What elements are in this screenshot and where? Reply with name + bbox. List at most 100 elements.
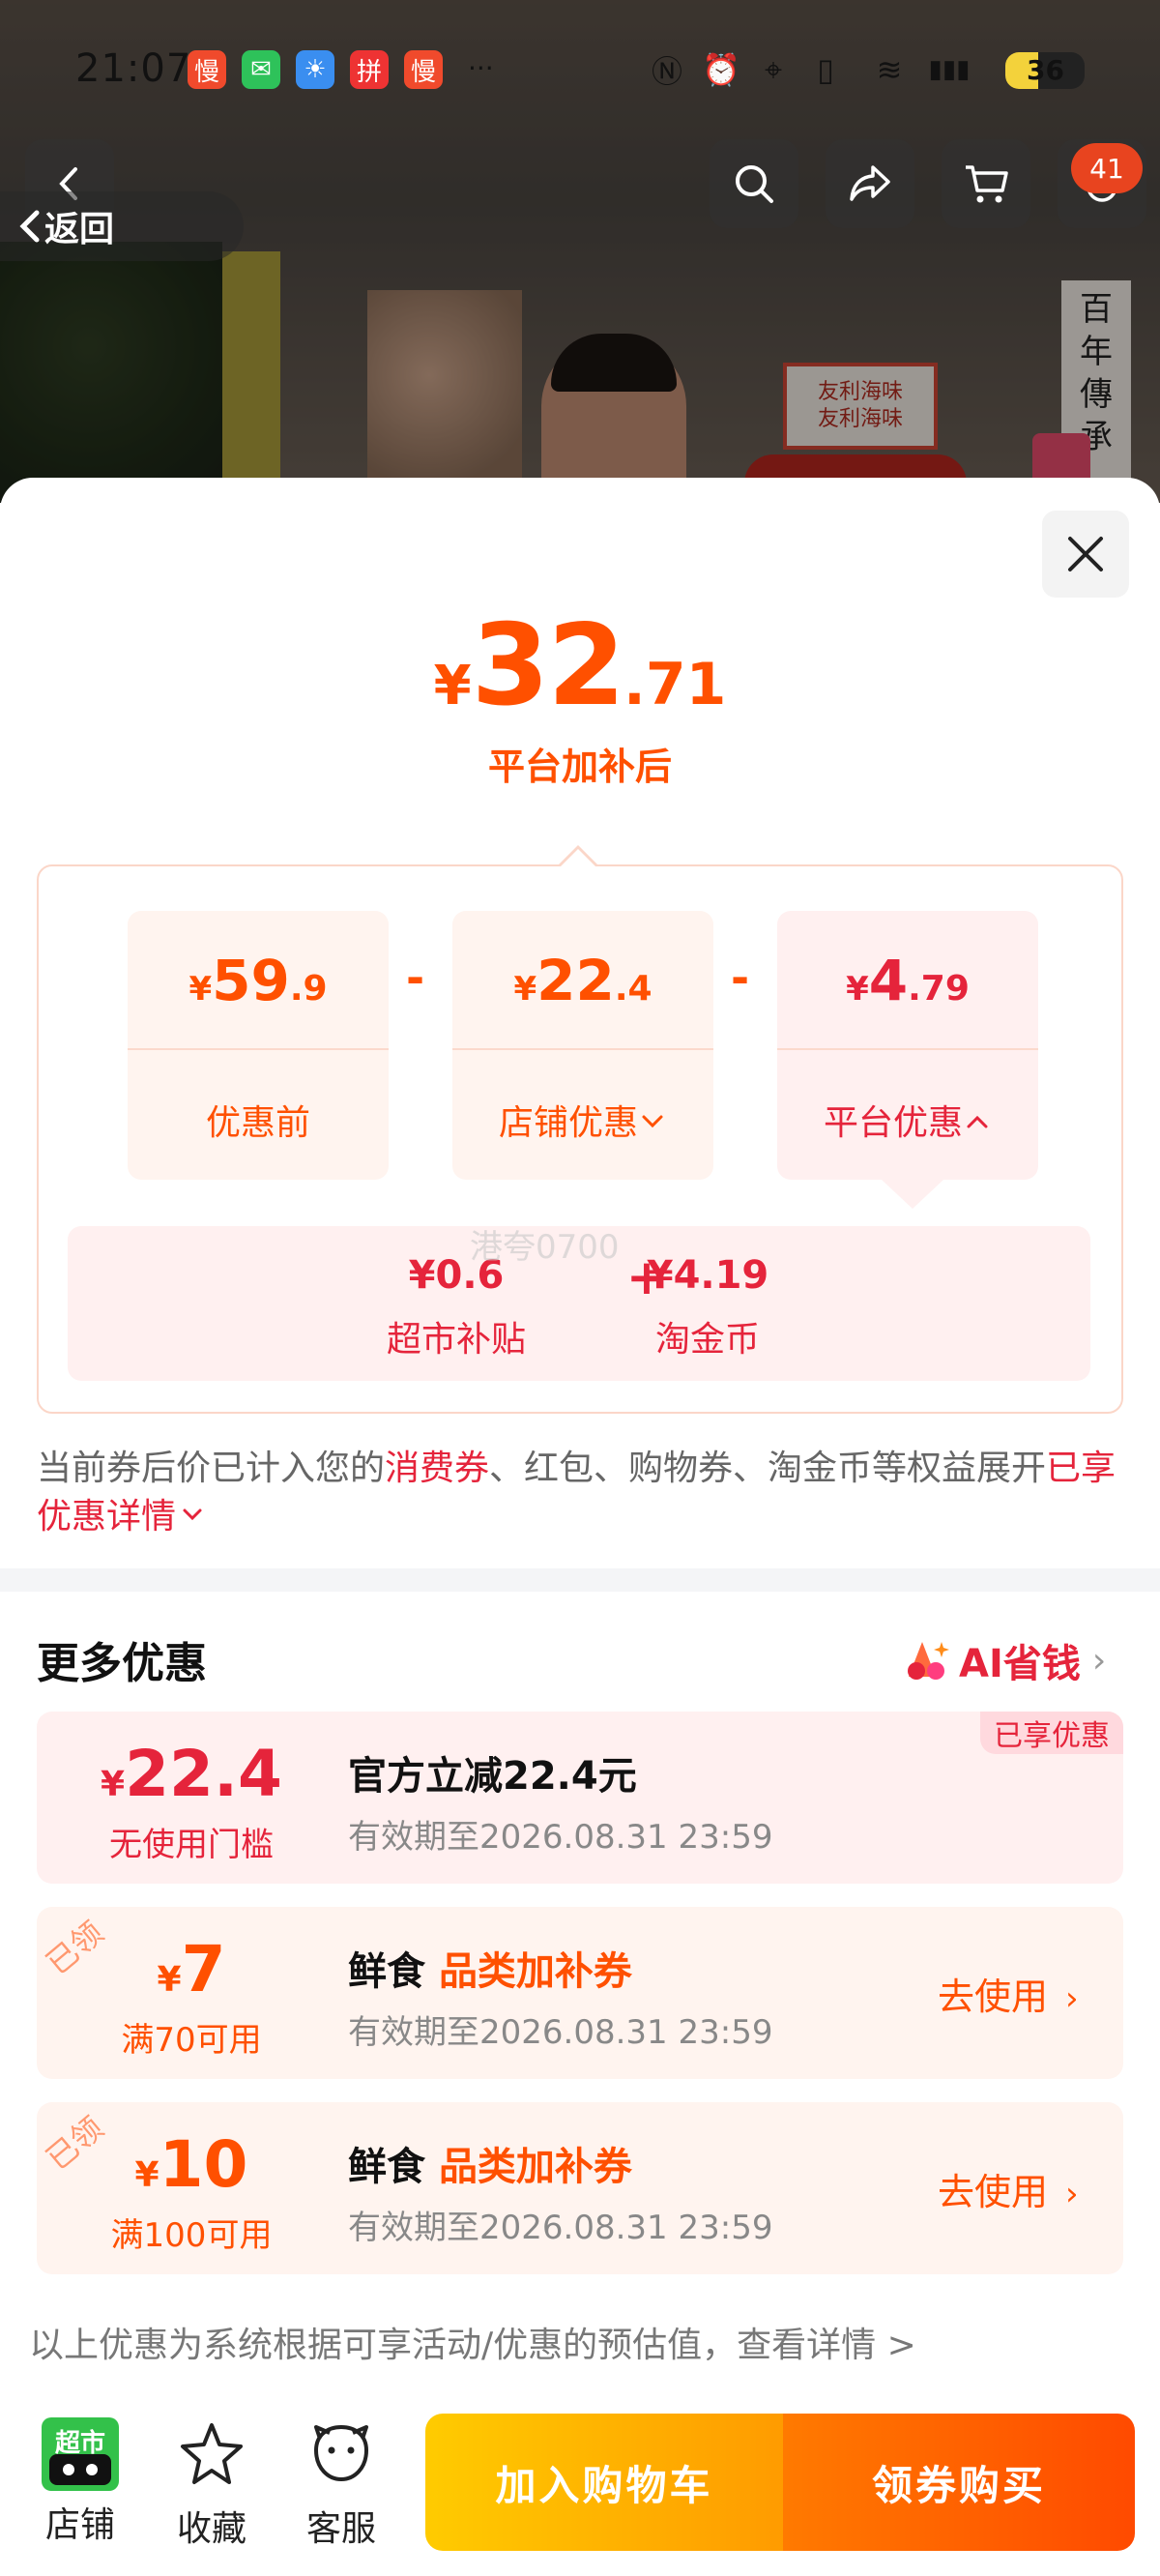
store-discount-label: 店铺优惠 <box>452 1095 713 1145</box>
note-text-2: 、红包、购物券、淘金币等权益展开 <box>489 1449 1047 1488</box>
platform-symbol: ¥ <box>846 970 869 1009</box>
star-icon <box>181 2423 243 2484</box>
coupon-title: 鲜食 品类加补券 <box>348 1940 632 1996</box>
use-coupon-button[interactable]: 去使用 › <box>938 1967 1079 2020</box>
use-coupon-label: 去使用 <box>938 1976 1049 2018</box>
supermarket-subsidy-label: 超市补贴 <box>387 1320 527 1360</box>
watermark: 港夸0700 <box>470 1228 620 1267</box>
add-to-cart-button[interactable]: 加入购物车 <box>425 2414 783 2551</box>
coupon-condition: 满70可用 <box>121 2021 262 2060</box>
tmall-supermarket-logo: 超市 <box>42 2417 119 2491</box>
coupon-tag: 品类加补券 <box>438 1949 632 1994</box>
coupon-symbol: ¥ <box>157 1960 182 2000</box>
platform-label-text: 平台优惠 <box>823 1103 963 1143</box>
wifi-icon: ≋ <box>876 51 903 88</box>
signal-5g-icon: ▮▮▮ <box>928 55 971 84</box>
ai-sparkle-icon <box>908 1642 949 1680</box>
price-integer: 32 <box>471 600 625 731</box>
weather-icon: ☀ <box>296 50 334 89</box>
vibrate-icon: ▯ <box>817 51 834 88</box>
alarm-icon: ⏰ <box>702 51 740 88</box>
coupon-expiry: 有效期至2026.08.31 23:59 <box>348 1818 773 1857</box>
chevron-down-icon <box>642 1115 663 1128</box>
store-decimal: .4 <box>614 969 652 1009</box>
battery-level: 36 <box>1027 54 1064 86</box>
battery-icon: 36 <box>1005 52 1085 89</box>
share-button[interactable] <box>826 139 914 228</box>
coupon-symbol: ¥ <box>101 1765 126 1804</box>
consumption-coupon-link[interactable]: 消费券 <box>385 1449 489 1488</box>
return-pill-button[interactable]: 返回 <box>0 191 244 261</box>
chevron-right-icon: › <box>1065 1979 1079 2018</box>
more-notifications: ··· <box>468 52 494 84</box>
pdd-app-icon: 拼 <box>350 50 389 89</box>
coupon-fresh-food-7[interactable]: 已领 ¥7 满70可用 鲜食 品类加补券 有效期至2026.08.31 23:5… <box>37 1907 1123 2079</box>
use-coupon-label: 去使用 <box>938 2171 1049 2213</box>
breakdown-pointer-inner <box>560 849 596 867</box>
close-button[interactable] <box>1042 511 1129 598</box>
price-decimal: .71 <box>624 651 727 718</box>
platform-decimal: .79 <box>908 969 970 1009</box>
store-symbol: ¥ <box>513 970 537 1009</box>
coupon-condition: 无使用门槛 <box>109 1826 274 1864</box>
taojinbi-label: 淘金币 <box>654 1320 760 1360</box>
search-icon <box>736 165 773 203</box>
status-time: 21:07 <box>75 46 192 91</box>
service-face-icon <box>313 2424 369 2482</box>
platform-discount-card[interactable]: ¥4.79 平台优惠 <box>777 911 1038 1180</box>
coupon-official-discount: ¥22.4 无使用门槛 官方立减22.4元 有效期至2026.08.31 23:… <box>37 1712 1123 1884</box>
claim-and-buy-button[interactable]: 领券购买 <box>783 2414 1135 2551</box>
store-label: 店铺 <box>44 2505 115 2545</box>
favorite-tab[interactable]: 收藏 <box>159 2417 265 2551</box>
minus-operator-2: - <box>731 951 750 1004</box>
use-coupon-button[interactable]: 去使用 › <box>938 2162 1079 2215</box>
orig-label: 优惠前 <box>205 1103 310 1143</box>
price-symbol: ¥ <box>433 655 472 717</box>
coupon-title: 官方立减22.4元 <box>348 1754 637 1799</box>
store-discount-card[interactable]: ¥22.4 店铺优惠 <box>452 911 713 1180</box>
supermarket-subsidy: ¥0.6 超市补贴 <box>387 1253 526 1361</box>
store-integer: 22 <box>536 948 615 1013</box>
cart-button[interactable] <box>942 139 1030 228</box>
customer-service-tab[interactable]: 客服 <box>288 2417 394 2551</box>
coupon-tag: 品类加补券 <box>438 2145 632 2189</box>
coupon-expiry: 有效期至2026.08.31 23:59 <box>348 2209 773 2247</box>
store-label-text: 店铺优惠 <box>498 1103 638 1143</box>
service-label: 客服 <box>305 2509 376 2549</box>
note-text-1: 当前券后价已计入您的 <box>37 1449 386 1488</box>
taojinbi-subsidy: ¥4.19 淘金币 <box>621 1253 795 1361</box>
coupon-category: 鲜食 <box>348 2145 439 2189</box>
chevron-left-icon <box>19 210 40 243</box>
screen: 友利海味 友利海味 百 年 傳 承 21:07 慢 ✉ ☀ 拼 慢 ··· Ⓝ … <box>0 0 1160 2576</box>
taojinbi-value: ¥4.19 <box>646 1253 769 1298</box>
price-subtitle: 平台加补后 <box>487 746 672 788</box>
search-button[interactable] <box>710 139 798 228</box>
estimate-footnote-link[interactable]: 以上优惠为系统根据可享活动/优惠的预估值，查看详情 > <box>29 2317 916 2367</box>
store-tab[interactable]: 超市 店铺 <box>27 2417 133 2547</box>
chevron-right-icon: › <box>1091 1640 1107 1681</box>
coupon-expiry: 有效期至2026.08.31 23:59 <box>348 2013 773 2052</box>
platform-discount-label: 平台优惠 <box>777 1095 1038 1145</box>
coupon-title: 鲜食 品类加补券 <box>348 2135 632 2191</box>
platform-integer: 4 <box>868 948 909 1013</box>
nfc-icon: Ⓝ <box>651 53 682 90</box>
coupon-condition: 满100可用 <box>110 2216 273 2255</box>
orig-integer: 59 <box>212 948 290 1013</box>
section-divider <box>0 1568 1160 1592</box>
benefit-note: 当前券后价已计入您的消费券、红包、购物券、淘金币等权益展开已享优惠详情 <box>37 1445 1123 1541</box>
share-icon <box>850 165 890 201</box>
cart-icon <box>966 165 1008 203</box>
ai-save-money-link[interactable]: AI省钱 › <box>903 1632 1106 1688</box>
ai-save-money-label: AI省钱 <box>959 1642 1081 1686</box>
final-price: ¥32.71 <box>0 603 1160 729</box>
chevron-down-icon <box>183 1508 202 1521</box>
status-bar: 21:07 慢 ✉ ☀ 拼 慢 ··· Ⓝ ⏰ ⌖ ▯ ≋ ▮▮▮ 36 <box>0 0 1160 135</box>
more-offers-title: 更多优惠 <box>37 1639 207 1688</box>
return-label: 返回 <box>44 209 115 249</box>
wechat-icon: ✉ <box>242 50 280 89</box>
favorite-label: 收藏 <box>176 2509 246 2549</box>
coupon-symbol: ¥ <box>134 2155 160 2195</box>
chevron-right-icon: › <box>1065 2175 1079 2213</box>
coupon-fresh-food-10[interactable]: 已领 ¥10 满100可用 鲜食 品类加补券 有效期至2026.08.31 23… <box>37 2102 1123 2274</box>
close-icon <box>1068 537 1103 571</box>
